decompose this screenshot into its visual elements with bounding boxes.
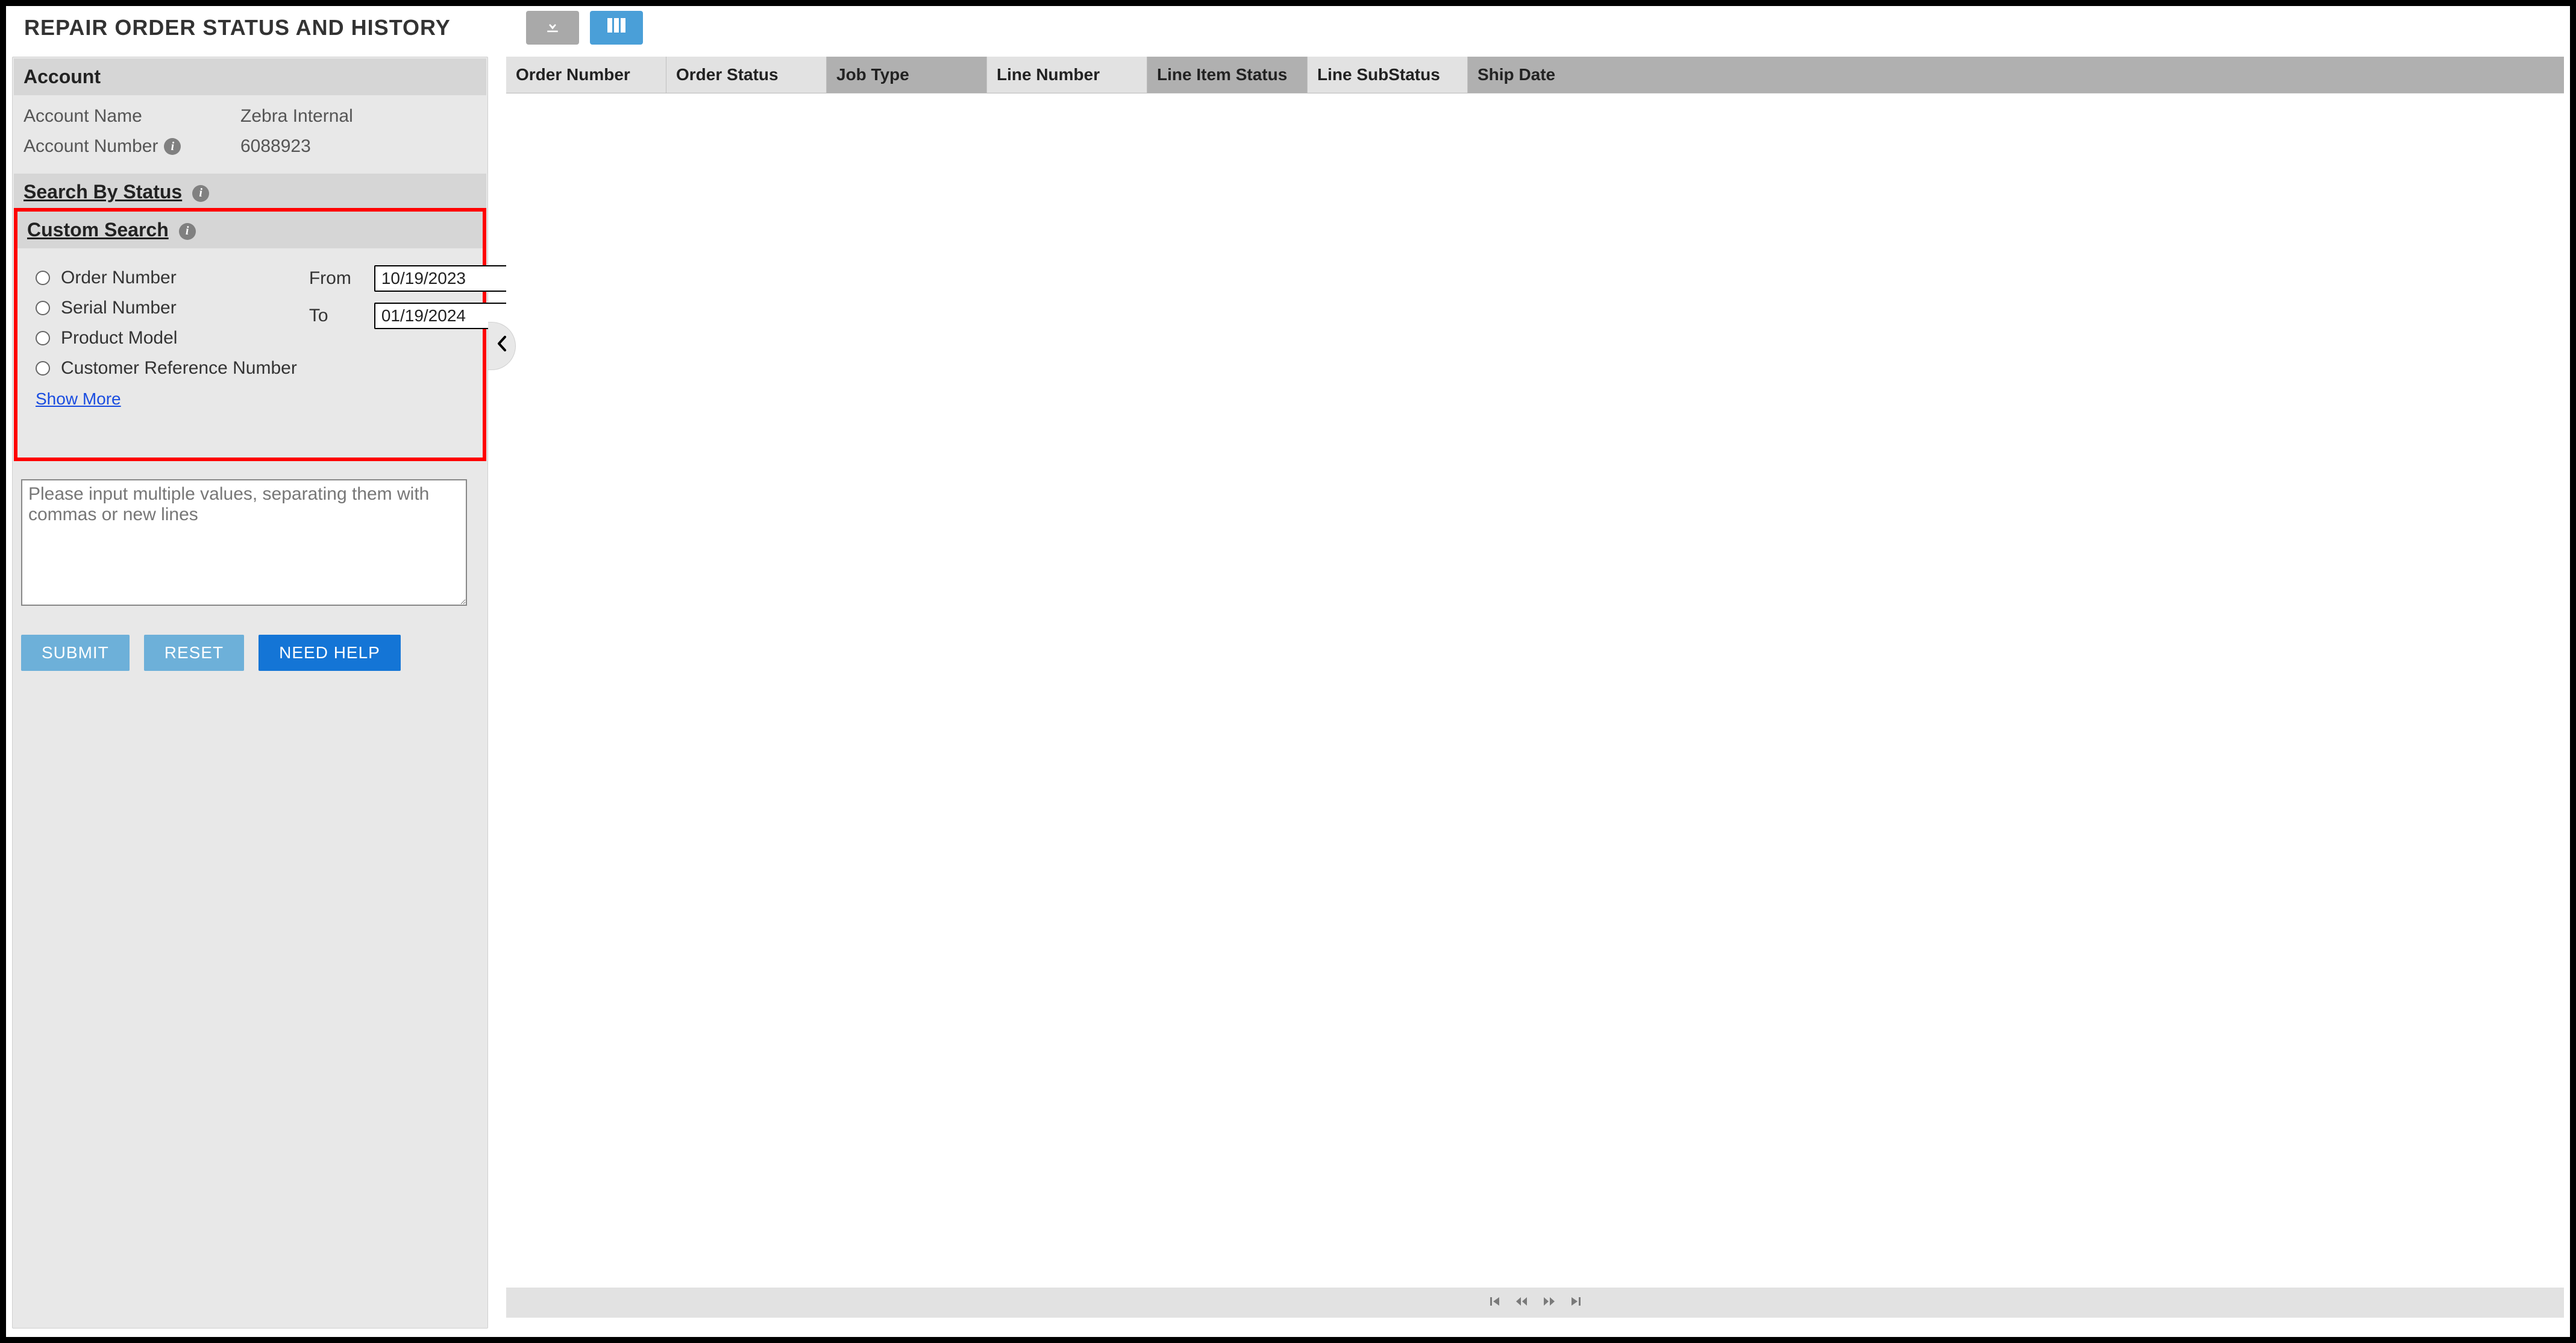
search-by-status-header[interactable]: Search By Status i [14,174,486,210]
submit-button[interactable]: SUBMIT [21,635,130,671]
to-date-value: 01/19/2024 [381,306,524,326]
col-line-substatus[interactable]: Line SubStatus [1308,57,1468,93]
account-name-label: Account Name [24,106,240,127]
pager-next-icon[interactable] [1543,1295,1556,1310]
header-row: REPAIR ORDER STATUS AND HISTORY [12,11,2564,45]
search-by-status-label: Search By Status [24,181,182,203]
multi-value-wrap [21,479,479,611]
info-icon[interactable]: i [179,223,196,240]
sidebar: Account Account Name Zebra Internal Acco… [12,57,488,1329]
radio-label: Product Model [61,328,177,348]
download-button[interactable] [526,11,579,45]
grid-header-row: Order Number Order Status Job Type Line … [506,57,2564,93]
account-number-row: Account Number i 6088923 [24,131,477,162]
to-label: To [309,306,363,326]
columns-icon [606,17,627,39]
info-icon[interactable]: i [192,185,209,202]
main-area: Account Account Name Zebra Internal Acco… [12,57,2564,1329]
need-help-button[interactable]: NEED HELP [259,635,401,671]
account-number-label: Account Number i [24,136,240,157]
header-buttons [526,11,643,45]
account-number-label-text: Account Number [24,136,158,157]
radio-order-number[interactable]: Order Number [36,263,297,293]
radio-label: Serial Number [61,298,177,318]
download-icon [544,16,562,39]
radio-input[interactable] [36,271,50,285]
col-order-status[interactable]: Order Status [666,57,827,93]
multi-value-input[interactable] [21,479,467,606]
radio-input[interactable] [36,361,50,376]
grid-pager [506,1288,2564,1318]
action-row: SUBMIT RESET NEED HELP [14,611,486,683]
custom-search-highlight: Custom Search i Order Number Serial Numb… [14,208,486,461]
radio-customer-reference[interactable]: Customer Reference Number [36,353,297,383]
col-line-number[interactable]: Line Number [987,57,1147,93]
grid-body [506,93,2564,1288]
custom-search-body: Order Number Serial Number Product Model… [17,248,483,458]
radio-label: Order Number [61,268,177,288]
radio-serial-number[interactable]: Serial Number [36,293,297,323]
pager-prev-icon[interactable] [1515,1295,1528,1310]
radio-input[interactable] [36,331,50,345]
col-ship-date[interactable]: Ship Date [1468,57,2564,93]
account-name-row: Account Name Zebra Internal [24,101,477,131]
show-more-link[interactable]: Show More [36,383,121,409]
account-name-value: Zebra Internal [240,106,353,127]
radio-column: Order Number Serial Number Product Model… [36,263,297,409]
page-title: REPAIR ORDER STATUS AND HISTORY [24,15,451,40]
chevron-left-icon [497,336,507,356]
radio-label: Customer Reference Number [61,358,297,379]
pager-first-icon[interactable] [1490,1295,1500,1310]
reset-button[interactable]: RESET [144,635,244,671]
from-label: From [309,268,363,289]
col-job-type[interactable]: Job Type [827,57,987,93]
pager-last-icon[interactable] [1570,1295,1581,1310]
columns-button[interactable] [590,11,643,45]
radio-input[interactable] [36,301,50,315]
account-number-value: 6088923 [240,136,311,157]
custom-search-label: Custom Search [27,219,169,241]
radio-product-model[interactable]: Product Model [36,323,297,353]
results-grid: Order Number Order Status Job Type Line … [506,57,2564,1329]
from-date-value: 10/19/2023 [381,269,524,288]
account-body: Account Name Zebra Internal Account Numb… [14,95,486,174]
custom-search-header[interactable]: Custom Search i [17,212,483,248]
info-icon[interactable]: i [164,138,181,155]
col-line-item-status[interactable]: Line Item Status [1147,57,1308,93]
account-header: Account [14,58,486,95]
col-order-number[interactable]: Order Number [506,57,666,93]
